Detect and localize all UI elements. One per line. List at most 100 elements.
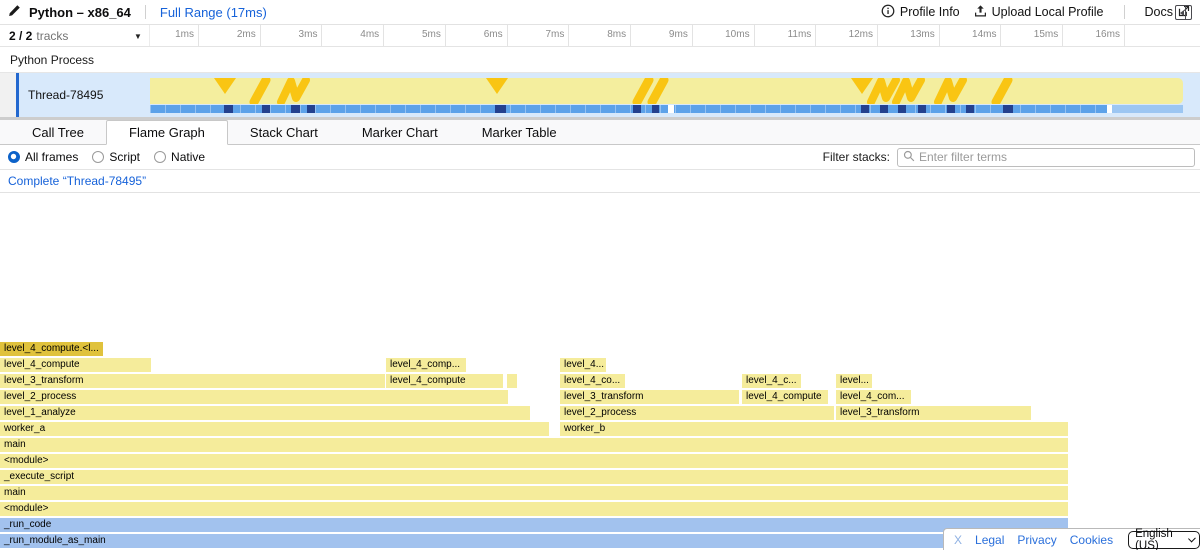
radio-icon [8,151,20,163]
edit-pencil-icon[interactable] [8,4,21,20]
ruler-tick-label: 13ms [910,29,934,40]
thread-samples-strip[interactable] [150,105,1183,113]
flame-block-level_4_compute[interactable]: level_4_compute [742,390,828,404]
profile-info-button[interactable]: Profile Info [881,4,960,21]
radio-native[interactable]: Native [154,150,205,164]
tab-flame-graph[interactable]: Flame Graph [106,120,228,145]
flame-block-module[interactable]: <module> [0,502,1068,516]
flame-block-level_2_process[interactable]: level_2_process [560,406,834,420]
sample-dense-segment [947,105,955,113]
breadcrumb-row: Complete “Thread-78495” [0,170,1200,193]
radio-all-frames[interactable]: All frames [8,150,78,164]
timeline-ruler-row: 1ms2ms3ms4ms5ms6ms7ms8ms9ms10ms11ms12ms1… [0,25,1200,47]
flame-block-worker_b[interactable]: worker_b [560,422,1068,436]
timeline-ruler: 1ms2ms3ms4ms5ms6ms7ms8ms9ms10ms11ms12ms1… [0,25,1200,46]
flame-row: _execute_script [0,470,1200,484]
flame-block-level_4_comp[interactable]: level_4_comp... [386,358,466,372]
radio-icon [154,151,166,163]
flame-block-worker_a[interactable]: worker_a [0,422,549,436]
ruler-tick-label: 7ms [545,29,564,40]
flame-block-level[interactable]: level... [836,374,872,388]
flame-block-level_4[interactable]: level_4... [560,358,606,372]
ruler-tick-label: 8ms [607,29,626,40]
flame-block-level_4_computel[interactable]: level_4_compute.<l... [0,342,103,356]
language-select-value: English (US) [1135,528,1188,550]
tab-marker-chart[interactable]: Marker Chart [340,120,460,144]
thread-activity-graph[interactable] [150,78,1183,104]
tracks-count-word: tracks [36,29,68,43]
stack-filter: Filter stacks: [823,148,1200,167]
tracks-count: 2 / 2 tracks [0,25,150,46]
flame-row: worker_a worker_b [0,422,1200,436]
language-select[interactable]: English (US) [1128,531,1200,549]
breadcrumb-complete-thread[interactable]: Complete “Thread-78495” [8,174,146,188]
filter-search-input[interactable] [919,150,1189,164]
sample-dense-segment [966,105,974,113]
flame-block-level_4_com[interactable]: level_4_com... [836,390,911,404]
search-icon [903,150,915,165]
filter-search-box[interactable] [897,148,1195,167]
flame-graph-canvas[interactable]: level_4_compute.<l...level_4_computeleve… [0,193,1200,550]
radio-label: Script [109,150,140,164]
ruler-tick-label: 6ms [484,29,503,40]
flame-block-main[interactable]: main [0,438,1068,452]
flame-block-_run_code[interactable]: _run_code [0,518,1068,532]
flame-block-_execute_script[interactable]: _execute_script [0,470,1068,484]
tab-marker-table[interactable]: Marker Table [460,120,579,144]
docs-label: Docs [1145,5,1173,19]
footer-cookies-link[interactable]: Cookies [1070,533,1113,547]
sample-dense-segment [898,105,906,113]
flame-block-level_4_c[interactable]: level_4_c... [742,374,801,388]
tab-stack-chart[interactable]: Stack Chart [228,120,340,144]
flame-block-level_4_compute[interactable]: level_4_compute [0,358,151,372]
ruler-tick-label: 9ms [669,29,688,40]
sidebar-toggle-icon[interactable] [1175,5,1192,20]
ruler-tick-label: 15ms [1034,29,1058,40]
flame-block-_run_module_as_main[interactable]: _run_module_as_main [0,534,1068,548]
flame-row: main [0,438,1200,452]
flame-block-level_2_process[interactable]: level_2_process [0,390,508,404]
ruler-tick-label: 1ms [175,29,194,40]
filter-row: All frames Script Native Filter stacks: [0,145,1200,170]
sample-dense-segment [224,105,233,113]
process-track-row[interactable]: Python Process [0,47,1200,73]
flame-row: <module> [0,454,1200,468]
radio-script[interactable]: Script [92,150,140,164]
flame-block-module[interactable]: <module> [0,454,1068,468]
info-icon [881,4,895,21]
upload-profile-button[interactable]: Upload Local Profile [974,4,1104,21]
frame-filter-radios: All frames Script Native [0,150,205,164]
flame-block-level_1_analyze[interactable]: level_1_analyze [0,406,530,420]
flame-block-level_4_co[interactable]: level_4_co... [560,374,625,388]
footer-privacy-link[interactable]: Privacy [1017,533,1056,547]
flame-block-level_4_compute[interactable]: level_4_compute [386,374,503,388]
footer-bar: X Legal Privacy Cookies English (US) [943,528,1200,550]
tab-call-tree[interactable]: Call Tree [10,120,106,144]
flame-block[interactable] [507,374,517,388]
footer-legal-link[interactable]: Legal [975,533,1004,547]
thread-track-row[interactable]: Thread-78495 [0,73,1200,117]
footer-close-button[interactable]: X [954,533,962,547]
flame-row: <module> [0,502,1200,516]
ruler-tick-label: 14ms [972,29,996,40]
flame-block-main[interactable]: main [0,486,1068,500]
ruler-tick-label: 16ms [1095,29,1119,40]
flame-row: level_4_compute.<l... [0,342,1200,356]
sample-light-segment [1112,105,1183,113]
divider [1124,5,1125,19]
flame-row: level_2_processlevel_3_transformlevel_4_… [0,390,1200,404]
full-range-button[interactable]: Full Range (17ms) [160,5,267,20]
divider [145,5,146,19]
flame-block-level_3_transform[interactable]: level_3_transform [0,374,385,388]
upload-label: Upload Local Profile [992,5,1104,19]
activity-spikes [150,78,1183,104]
flame-block-level_3_transform[interactable]: level_3_transform [836,406,1031,420]
sample-dense-segment [880,105,888,113]
ruler-tick-label: 11ms [788,29,812,40]
flame-block-level_3_transform[interactable]: level_3_transform [560,390,739,404]
tracks-dropdown-caret[interactable]: ▼ [134,32,142,41]
flame-row: level_3_transformlevel_4_compute level_4_… [0,374,1200,388]
ruler-tick-label: 10ms [725,29,749,40]
sample-dense-segment [652,105,659,113]
sample-dense-segment [291,105,300,113]
